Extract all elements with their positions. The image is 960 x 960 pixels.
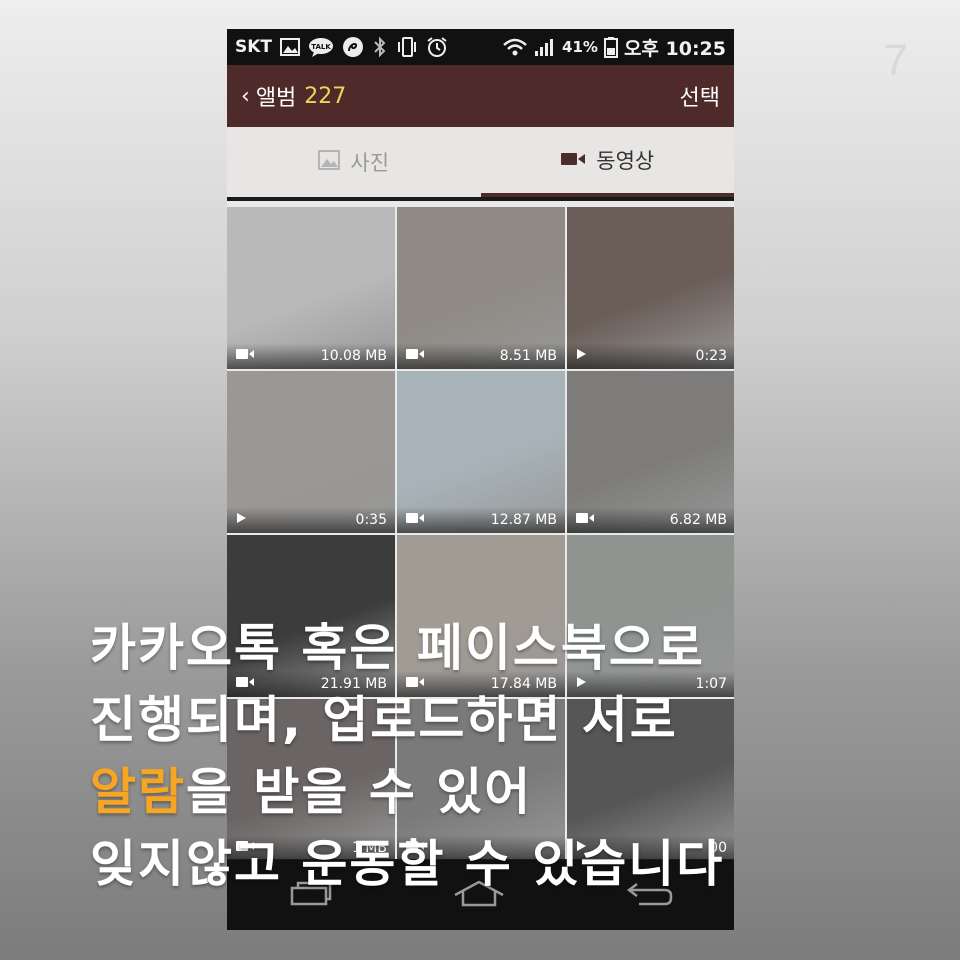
video-thumbnail[interactable]: 0:35 <box>227 371 395 533</box>
caption-line-1: 카카오톡 혹은 페이스북으로 <box>90 619 705 677</box>
caption-line-3-rest: 을 받을 수 있어 <box>186 763 533 821</box>
status-time: 오후 10:25 <box>623 37 726 60</box>
caption-line-3: 알람을 받을 수 있어 <box>90 756 724 828</box>
thumbnail-label: 0:35 <box>355 512 387 528</box>
caption-line-4: 잊지않고 운동할 수 있습니다 <box>90 835 725 893</box>
play-icon <box>235 512 247 528</box>
thumbnail-label: 8.51 MB <box>499 348 557 364</box>
thumbnail-footer: 0:35 <box>227 507 395 533</box>
media-tabs: 사진 동영상 <box>227 127 734 197</box>
thumbnail-label: 0:23 <box>695 348 727 364</box>
wifi-icon <box>502 37 528 57</box>
video-camera-icon <box>405 348 425 364</box>
thumbnail-footer: 12.87 MB <box>397 507 565 533</box>
thumbnail-label: 12.87 MB <box>490 512 557 528</box>
video-thumbnail[interactable]: 10.08 MB <box>227 207 395 369</box>
svg-text:TALK: TALK <box>311 43 331 51</box>
album-count: 227 <box>304 83 347 109</box>
thumbnail-footer: 8.51 MB <box>397 343 565 369</box>
thumbnail-label: 6.82 MB <box>669 512 727 528</box>
signal-icon <box>534 37 556 57</box>
tab-videos[interactable]: 동영상 <box>480 127 734 197</box>
caption-overlay: 카카오톡 혹은 페이스북으로 진행되며, 업로드하면 서로 알람을 받을 수 있… <box>90 612 724 900</box>
carrier-label: SKT <box>235 37 273 57</box>
talk-icon: TALK <box>308 37 334 57</box>
tab-videos-label: 동영상 <box>596 149 655 173</box>
gallery-icon <box>280 38 301 56</box>
vibrate-icon <box>396 36 418 58</box>
video-camera-icon <box>575 512 595 528</box>
battery-icon <box>603 36 618 58</box>
caption-line-2: 진행되며, 업로드하면 서로 <box>90 691 678 749</box>
album-app-bar: ‹ 앨범 227 선택 <box>227 65 734 127</box>
page-number: 7 <box>883 36 908 85</box>
swirl-icon <box>342 36 364 58</box>
status-bar: SKT TALK 41% 오후 10:25 <box>227 29 734 65</box>
thumbnail-label: 10.08 MB <box>320 348 387 364</box>
back-chevron-button[interactable]: ‹ <box>241 84 250 109</box>
album-title: 앨범 <box>255 86 297 111</box>
thumbnail-footer: 0:23 <box>567 343 734 369</box>
tab-photos-label: 사진 <box>350 151 390 175</box>
video-thumbnail[interactable]: 8.51 MB <box>397 207 565 369</box>
play-icon <box>575 348 587 364</box>
video-thumbnail[interactable]: 0:23 <box>567 207 734 369</box>
video-camera-icon <box>235 348 255 364</box>
video-thumbnail[interactable]: 6.82 MB <box>567 371 734 533</box>
bluetooth-icon <box>372 36 388 58</box>
video-thumbnail[interactable]: 12.87 MB <box>397 371 565 533</box>
alarm-icon <box>426 36 448 58</box>
video-camera-icon <box>560 148 586 172</box>
thumbnail-footer: 6.82 MB <box>567 507 734 533</box>
thumbnail-footer: 10.08 MB <box>227 343 395 369</box>
caption-highlight: 알람 <box>90 763 186 821</box>
battery-percent: 41% <box>562 38 598 56</box>
video-camera-icon <box>405 512 425 528</box>
select-button[interactable]: 선택 <box>680 80 720 112</box>
tab-photos[interactable]: 사진 <box>227 127 481 197</box>
photo-icon <box>318 149 341 175</box>
